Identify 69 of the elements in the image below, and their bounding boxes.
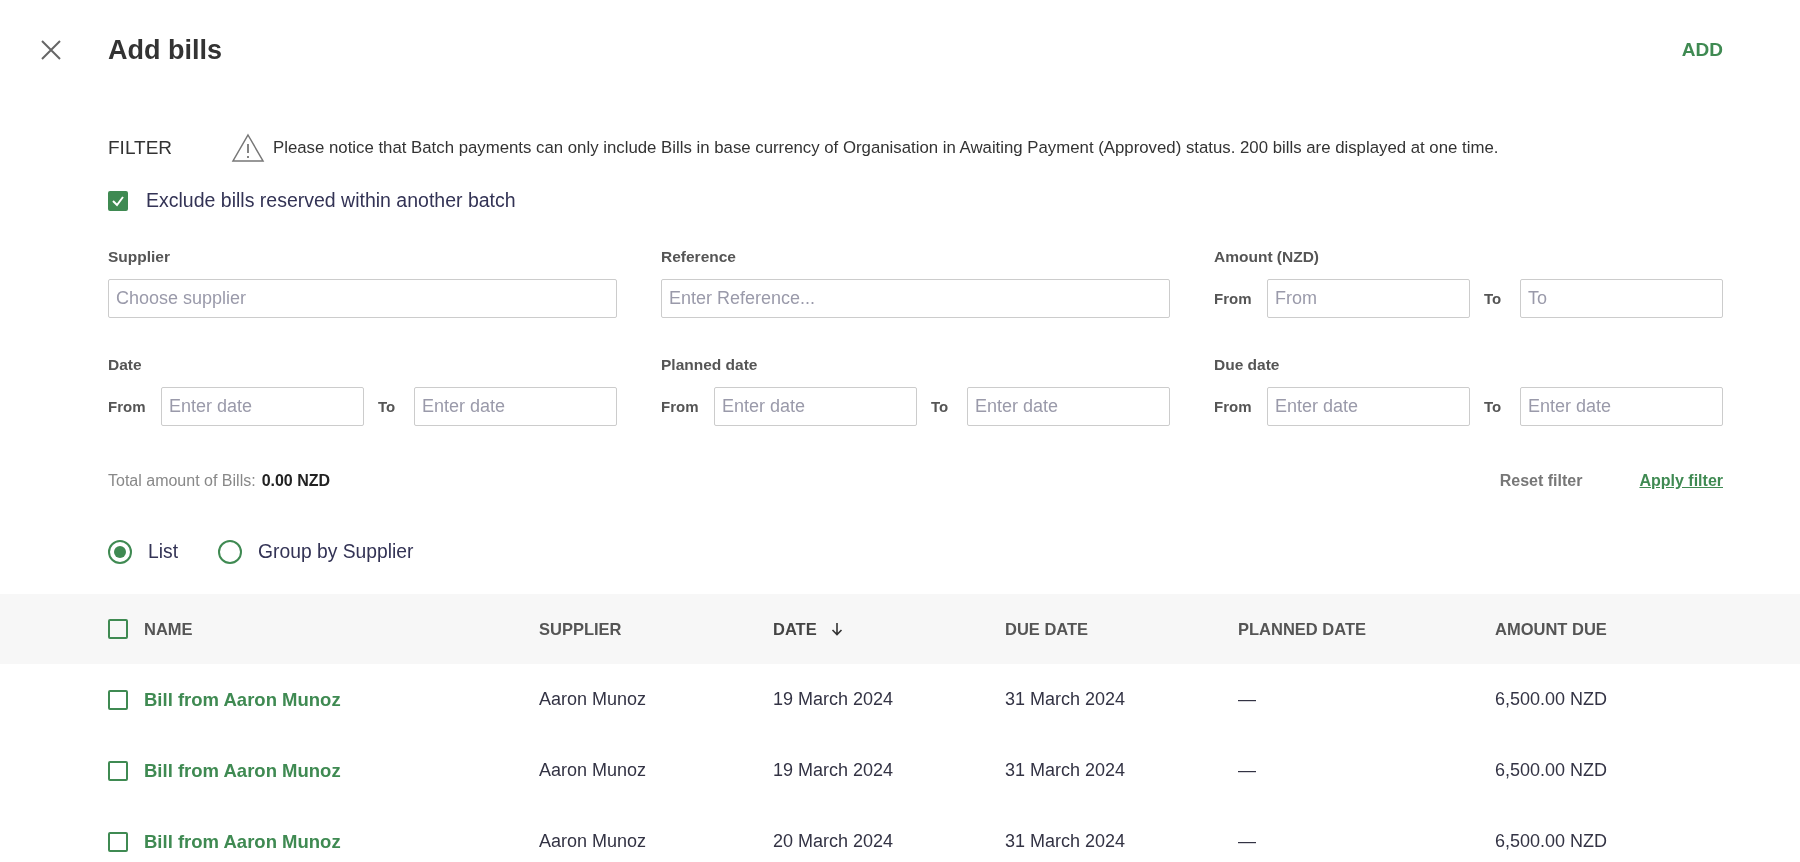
filter-heading: FILTER	[108, 137, 174, 159]
radio-label: Group by Supplier	[258, 541, 414, 563]
column-header[interactable]: PLANNED DATE	[1238, 619, 1367, 639]
input-field[interactable]: From	[1267, 279, 1470, 318]
bill-link[interactable]: Bill from Aaron Munoz	[144, 830, 341, 853]
close-icon[interactable]	[40, 39, 62, 61]
table-cell: 31 March 2024	[1005, 689, 1126, 710]
warning-icon	[231, 133, 265, 163]
input-field[interactable]: Enter Reference...	[661, 279, 1170, 318]
input-field[interactable]: Choose supplier	[108, 279, 617, 318]
input-field[interactable]: To	[1520, 279, 1723, 318]
column-header[interactable]: AMOUNT DUE	[1495, 619, 1607, 639]
bill-link[interactable]: Bill from Aaron Munoz	[144, 688, 341, 711]
table-cell: —	[1238, 760, 1256, 781]
field-label: Planned date	[661, 356, 759, 374]
to-label: To	[1484, 398, 1503, 415]
field-label: Amount (NZD)	[1214, 248, 1321, 266]
from-label: From	[1214, 398, 1253, 415]
checkbox[interactable]	[108, 760, 128, 781]
column-header[interactable]: SUPPLIER	[539, 619, 622, 639]
from-label: From	[661, 398, 700, 415]
column-header[interactable]: DATE	[773, 619, 817, 639]
reset-filter-link[interactable]: Reset filter	[1499, 472, 1583, 490]
table-cell: Aaron Munoz	[539, 760, 647, 781]
table-cell: 6,500.00 NZD	[1495, 689, 1608, 710]
add-button[interactable]: ADD	[1681, 35, 1723, 65]
sort-arrow-icon[interactable]	[830, 622, 843, 636]
notice-text: Please notice that Batch payments can only include Bills in base currency of Organisation in Awaiting Payment (Approved) status. 200 bills are displayed at one time.	[273, 138, 1499, 158]
table-cell: 20 March 2024	[773, 831, 894, 852]
bill-link[interactable]: Bill from Aaron Munoz	[144, 759, 341, 782]
table-cell: Aaron Munoz	[539, 689, 647, 710]
input-field[interactable]: Enter date	[967, 387, 1170, 426]
checkbox[interactable]	[108, 190, 128, 211]
table-cell: —	[1238, 689, 1256, 710]
field-label: Reference	[661, 248, 737, 266]
radio-button[interactable]	[218, 540, 242, 564]
input-field[interactable]: Enter date	[161, 387, 364, 426]
to-label: To	[378, 398, 397, 415]
checkbox-label: Exclude bills reserved within another batch	[146, 189, 516, 212]
field-label: Supplier	[108, 248, 171, 266]
input-field[interactable]: Enter date	[714, 387, 917, 426]
table-cell: 31 March 2024	[1005, 831, 1126, 852]
table-cell: 19 March 2024	[773, 760, 894, 781]
to-label: To	[931, 398, 950, 415]
checkbox[interactable]	[108, 831, 128, 852]
table-cell: 31 March 2024	[1005, 760, 1126, 781]
dialog-title: Add bills	[108, 34, 223, 66]
input-field[interactable]: Enter date	[1267, 387, 1470, 426]
total-label: Total amount of Bills:	[108, 472, 256, 490]
radio-button[interactable]	[108, 540, 132, 564]
table-cell: 6,500.00 NZD	[1495, 831, 1608, 852]
checkbox[interactable]	[108, 619, 128, 639]
checkbox[interactable]	[108, 689, 128, 710]
input-field[interactable]: Enter date	[414, 387, 617, 426]
table-cell: Aaron Munoz	[539, 831, 647, 852]
from-label: From	[1214, 290, 1253, 307]
total-value: 0.00 NZD	[261, 472, 331, 490]
table-cell: 19 March 2024	[773, 689, 894, 710]
column-header[interactable]: NAME	[144, 619, 193, 639]
radio-label: List	[148, 541, 178, 563]
apply-filter-link[interactable]: Apply filter	[1639, 472, 1723, 490]
table-cell: —	[1238, 831, 1256, 852]
input-field[interactable]: Enter date	[1520, 387, 1723, 426]
column-header[interactable]: DUE DATE	[1005, 619, 1089, 639]
table-cell: 6,500.00 NZD	[1495, 760, 1608, 781]
from-label: From	[108, 398, 147, 415]
to-label: To	[1484, 290, 1503, 307]
field-label: Due date	[1214, 356, 1281, 374]
field-label: Date	[108, 356, 143, 374]
